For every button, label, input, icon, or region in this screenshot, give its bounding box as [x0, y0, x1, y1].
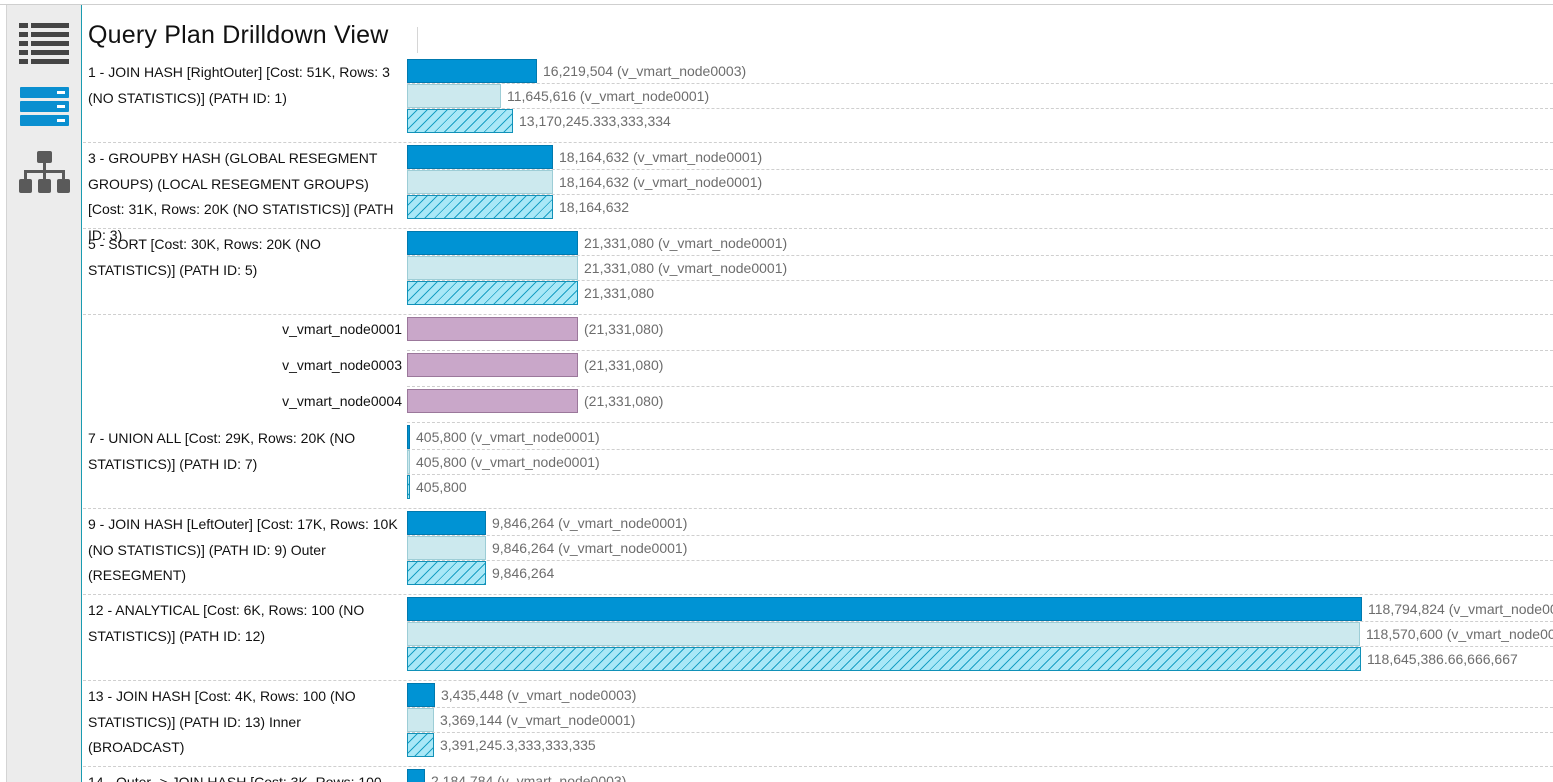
- bar-divider: [407, 535, 1553, 536]
- bar-divider: [407, 255, 1553, 256]
- node-label: v_vmart_node0004: [282, 393, 402, 409]
- max-value-label: 9,846,264 (v_vmart_node0001): [492, 515, 688, 531]
- min-bar[interactable]: [407, 450, 410, 474]
- min-value-label: 3,369,144 (v_vmart_node0001): [440, 712, 636, 728]
- bar-divider: [407, 108, 1553, 109]
- bar-divider: [407, 194, 1553, 195]
- avg-value-label: 18,164,632: [559, 199, 630, 215]
- avg-bar[interactable]: [407, 647, 1361, 671]
- avg-value-label: 13,170,245.333,333,334: [519, 113, 671, 129]
- operator-label: 9 - JOIN HASH [LeftOuter] [Cost: 17K, Ro…: [88, 516, 398, 583]
- avg-bar[interactable]: [407, 281, 578, 305]
- avg-bar[interactable]: [407, 561, 486, 585]
- avg-value-label: 405,800: [416, 479, 467, 495]
- group-divider: [83, 508, 1553, 509]
- node-bar[interactable]: [407, 389, 578, 413]
- avg-bar[interactable]: [407, 475, 410, 499]
- max-value-label: 118,794,824 (v_vmart_node0001): [1368, 601, 1553, 617]
- max-value-label: 3,435,448 (v_vmart_node0003): [441, 687, 637, 703]
- bar-divider: [407, 83, 1553, 84]
- node-bar[interactable]: [407, 317, 578, 341]
- node-label: v_vmart_node0003: [282, 357, 402, 373]
- max-bar[interactable]: [407, 231, 578, 255]
- operator-label: 12 - ANALYTICAL [Cost: 6K, Rows: 100 (NO…: [88, 602, 365, 644]
- max-value-label: 18,164,632 (v_vmart_node0001): [559, 149, 763, 165]
- min-value-label: 9,846,264 (v_vmart_node0001): [492, 540, 688, 556]
- max-value-label: 21,331,080 (v_vmart_node0001): [584, 235, 788, 251]
- max-bar[interactable]: [407, 683, 435, 707]
- min-value-label: 21,331,080 (v_vmart_node0001): [584, 260, 788, 276]
- bar-divider: [407, 280, 1553, 281]
- view-switcher-sidebar: [6, 5, 82, 782]
- min-bar[interactable]: [407, 84, 501, 108]
- group-divider: [83, 680, 1553, 681]
- page-title: Query Plan Drilldown View: [88, 21, 389, 49]
- operator-label: 14 - Outer -> JOIN HASH [Cost: 3K, Rows:…: [88, 774, 382, 782]
- group-divider: [83, 766, 1553, 767]
- group-divider: [83, 142, 1553, 143]
- min-bar[interactable]: [407, 622, 1360, 646]
- tree-view-icon[interactable]: [19, 151, 71, 195]
- window-top-border: [0, 4, 1553, 5]
- node-bar[interactable]: [407, 353, 578, 377]
- node-value-label: (21,331,080): [584, 321, 664, 337]
- max-bar[interactable]: [407, 597, 1362, 621]
- group-divider: [83, 228, 1553, 229]
- max-bar[interactable]: [407, 145, 553, 169]
- bar-divider: [407, 449, 1553, 450]
- drilldown-chart: 1 - JOIN HASH [RightOuter] [Cost: 51K, R…: [82, 58, 1553, 782]
- min-bar[interactable]: [407, 256, 578, 280]
- min-value-label: 18,164,632 (v_vmart_node0001): [559, 174, 763, 190]
- group-divider: [407, 422, 1553, 423]
- min-bar[interactable]: [407, 536, 486, 560]
- min-value-label: 405,800 (v_vmart_node0001): [416, 454, 600, 470]
- list-view-icon[interactable]: [19, 21, 71, 65]
- avg-bar[interactable]: [407, 733, 434, 757]
- title-separator: [417, 27, 418, 53]
- operator-label: 13 - JOIN HASH [Cost: 4K, Rows: 100 (NO …: [88, 688, 356, 755]
- max-bar[interactable]: [407, 769, 425, 782]
- max-value-label: 16,219,504 (v_vmart_node0003): [543, 63, 747, 79]
- group-divider: [407, 386, 1553, 387]
- operator-label: 1 - JOIN HASH [RightOuter] [Cost: 51K, R…: [88, 64, 390, 106]
- min-bar[interactable]: [407, 708, 434, 732]
- group-divider: [83, 594, 1553, 595]
- max-value-label: 2,184,784 (v_vmart_node0003): [431, 773, 627, 782]
- avg-value-label: 3,391,245.3,333,333,335: [440, 737, 596, 753]
- max-bar[interactable]: [407, 59, 537, 83]
- bar-divider: [407, 560, 1553, 561]
- bar-divider: [407, 474, 1553, 475]
- node-label: v_vmart_node0001: [282, 321, 402, 337]
- max-value-label: 405,800 (v_vmart_node0001): [416, 429, 600, 445]
- min-bar[interactable]: [407, 170, 553, 194]
- max-bar[interactable]: [407, 511, 486, 535]
- operator-label: 5 - SORT [Cost: 30K, Rows: 20K (NO STATI…: [88, 236, 321, 278]
- drilldown-view-icon[interactable]: [19, 85, 71, 129]
- bar-divider: [407, 707, 1553, 708]
- avg-value-label: 21,331,080: [584, 285, 655, 301]
- min-value-label: 11,645,616 (v_vmart_node0001): [507, 88, 710, 104]
- avg-bar[interactable]: [407, 109, 513, 133]
- bar-divider: [407, 169, 1553, 170]
- group-divider: [83, 314, 1553, 315]
- operator-label: 7 - UNION ALL [Cost: 29K, Rows: 20K (NO …: [88, 430, 356, 472]
- avg-bar[interactable]: [407, 195, 553, 219]
- bar-divider: [407, 732, 1553, 733]
- node-value-label: (21,331,080): [584, 357, 664, 373]
- max-bar[interactable]: [407, 425, 410, 449]
- node-value-label: (21,331,080): [584, 393, 664, 409]
- min-value-label: 118,570,600 (v_vmart_node0003): [1366, 626, 1553, 642]
- avg-value-label: 118,645,386.66,666,667: [1367, 651, 1518, 667]
- avg-value-label: 9,846,264: [492, 565, 555, 581]
- group-divider: [407, 350, 1553, 351]
